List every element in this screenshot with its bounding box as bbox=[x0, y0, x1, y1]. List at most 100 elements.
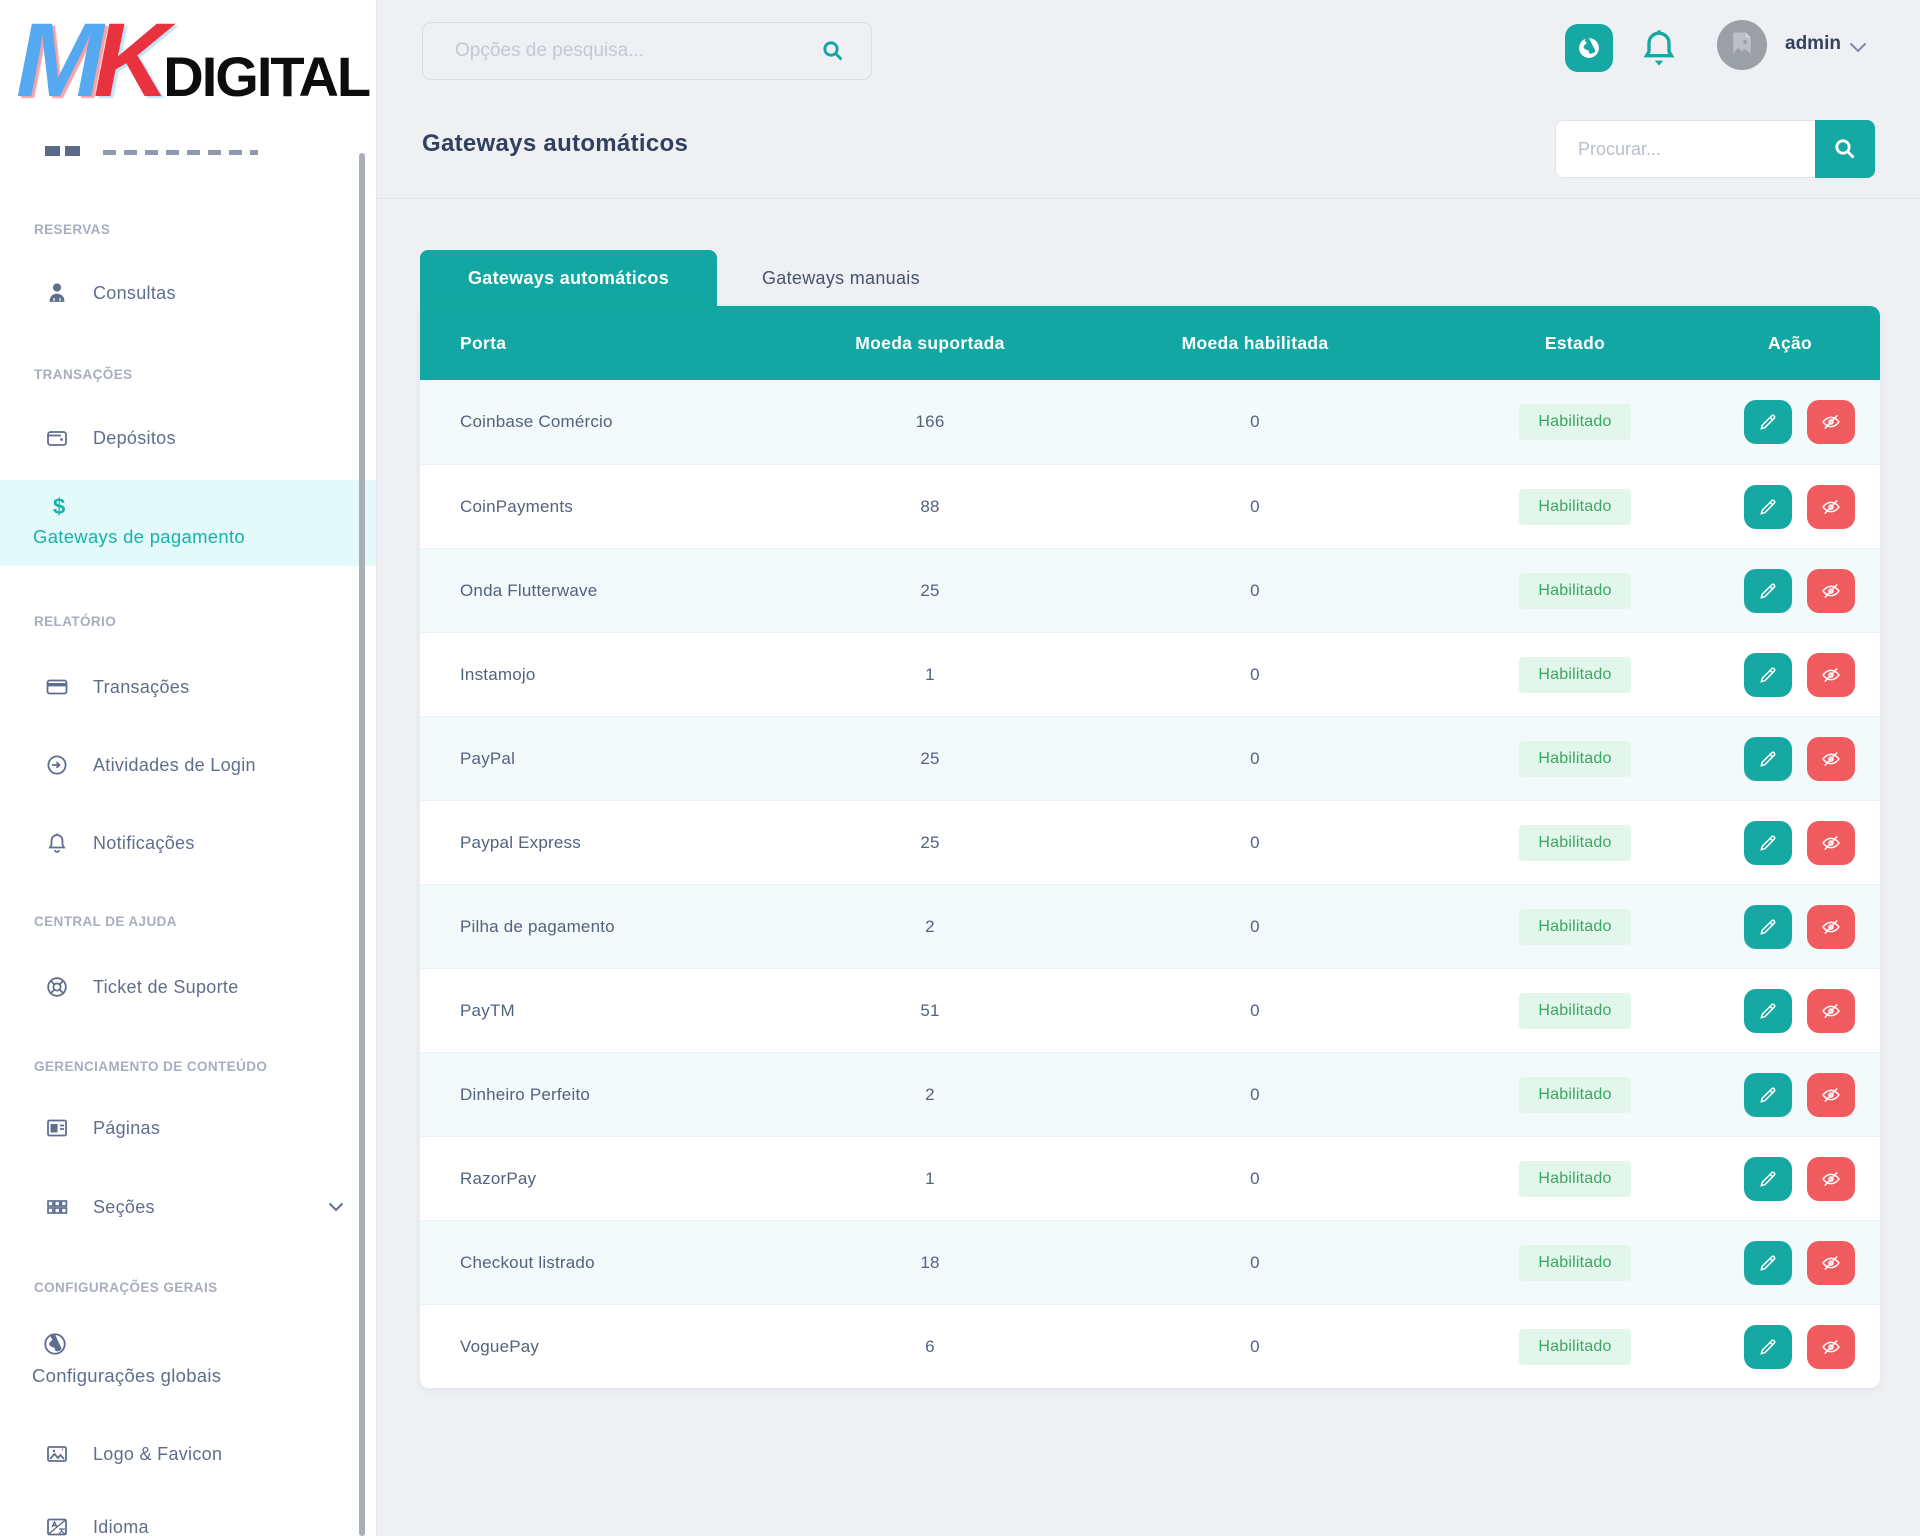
edit-button[interactable] bbox=[1744, 400, 1792, 444]
tab-gateways-automaticos[interactable]: Gateways automáticos bbox=[420, 250, 717, 306]
table-search-input[interactable] bbox=[1555, 120, 1815, 178]
enabled-count: 0 bbox=[1060, 581, 1450, 601]
edit-button[interactable] bbox=[1744, 905, 1792, 949]
pencil-icon bbox=[1758, 833, 1778, 853]
edit-button[interactable] bbox=[1744, 1157, 1792, 1201]
language-button[interactable] bbox=[1565, 24, 1613, 72]
disable-button[interactable] bbox=[1807, 1241, 1855, 1285]
sidebar-item-label: Notificações bbox=[93, 833, 195, 854]
dollar-sign-icon: $ bbox=[53, 494, 366, 520]
user-avatar[interactable] bbox=[1717, 20, 1767, 70]
sidebar-scrollbar[interactable] bbox=[359, 153, 365, 1536]
translate-icon bbox=[45, 1515, 69, 1536]
username-label[interactable]: admin bbox=[1785, 33, 1841, 55]
enabled-count: 0 bbox=[1060, 412, 1450, 432]
gateway-name: Onda Flutterwave bbox=[420, 581, 800, 601]
disable-button[interactable] bbox=[1807, 1325, 1855, 1369]
sidebar-item-secoes[interactable]: Seções bbox=[0, 1185, 376, 1229]
disable-button[interactable] bbox=[1807, 1157, 1855, 1201]
edit-button[interactable] bbox=[1744, 485, 1792, 529]
disable-button[interactable] bbox=[1807, 821, 1855, 865]
disable-button[interactable] bbox=[1807, 569, 1855, 613]
disable-button[interactable] bbox=[1807, 905, 1855, 949]
gateway-name: PayTM bbox=[420, 1001, 800, 1021]
status-badge: Habilitado bbox=[1519, 657, 1631, 693]
edit-button[interactable] bbox=[1744, 1241, 1792, 1285]
column-header-porta: Porta bbox=[420, 333, 800, 354]
sidebar-item-depositos[interactable]: Depósitos bbox=[0, 416, 376, 460]
supported-count: 1 bbox=[800, 1169, 1060, 1189]
gateway-name: RazorPay bbox=[420, 1169, 800, 1189]
sidebar-item-idioma[interactable]: Idioma bbox=[0, 1505, 376, 1536]
chevron-down-icon[interactable] bbox=[1849, 42, 1867, 53]
sidebar-item-paginas[interactable]: Páginas bbox=[0, 1106, 376, 1150]
disable-button[interactable] bbox=[1807, 737, 1855, 781]
sidebar-item-notificacoes[interactable]: Notificações bbox=[0, 821, 376, 865]
sidebar-item-ticket-de-suporte[interactable]: Ticket de Suporte bbox=[0, 965, 376, 1009]
edit-button[interactable] bbox=[1744, 737, 1792, 781]
tab-gateways-manuais[interactable]: Gateways manuais bbox=[740, 250, 942, 306]
supported-count: 2 bbox=[800, 1085, 1060, 1105]
table-row: PayPal 25 0 Habilitado bbox=[420, 716, 1880, 800]
life-ring-icon bbox=[45, 975, 69, 999]
image-icon bbox=[45, 1442, 69, 1466]
table-search-button[interactable] bbox=[1815, 120, 1875, 178]
header-divider bbox=[377, 198, 1920, 199]
eye-slash-icon bbox=[1820, 917, 1842, 937]
table-row: RazorPay 1 0 Habilitado bbox=[420, 1136, 1880, 1220]
sidebar-item-label: Depósitos bbox=[93, 428, 176, 449]
edit-button[interactable] bbox=[1744, 569, 1792, 613]
eye-slash-icon bbox=[1820, 1337, 1842, 1357]
section-header-relatorio: RELATÓRIO bbox=[34, 614, 116, 629]
edit-button[interactable] bbox=[1744, 821, 1792, 865]
sidebar-item-gateways-de-pagamento[interactable]: $ Gateways de pagamento bbox=[0, 480, 376, 566]
supported-count: 88 bbox=[800, 497, 1060, 517]
sidebar-item-transacoes[interactable]: Transações bbox=[0, 665, 376, 709]
section-header-reservas: RESERVAS bbox=[34, 222, 110, 237]
sidebar-item-atividades-de-login[interactable]: Atividades de Login bbox=[0, 743, 376, 787]
status-badge: Habilitado bbox=[1519, 404, 1631, 440]
table-row: PayTM 51 0 Habilitado bbox=[420, 968, 1880, 1052]
sidebar-item-clipped[interactable] bbox=[45, 138, 325, 162]
gateway-name: PayPal bbox=[420, 749, 800, 769]
table-row: Pilha de pagamento 2 0 Habilitado bbox=[420, 884, 1880, 968]
eye-slash-icon bbox=[1820, 497, 1842, 517]
status-badge: Habilitado bbox=[1519, 993, 1631, 1029]
table-row: CoinPayments 88 0 Habilitado bbox=[420, 464, 1880, 548]
edit-button[interactable] bbox=[1744, 1325, 1792, 1369]
status-badge: Habilitado bbox=[1519, 1329, 1631, 1365]
disable-button[interactable] bbox=[1807, 989, 1855, 1033]
table-row: Coinbase Comércio 166 0 Habilitado bbox=[420, 380, 1880, 464]
eye-slash-icon bbox=[1820, 1001, 1842, 1021]
enabled-count: 0 bbox=[1060, 497, 1450, 517]
enabled-count: 0 bbox=[1060, 1253, 1450, 1273]
edit-button[interactable] bbox=[1744, 989, 1792, 1033]
window-icon bbox=[45, 1116, 69, 1140]
eye-slash-icon bbox=[1820, 1253, 1842, 1273]
disable-button[interactable] bbox=[1807, 1073, 1855, 1117]
chevron-down-icon bbox=[328, 1202, 344, 1212]
sidebar-item-logo-favicon[interactable]: Logo & Favicon bbox=[0, 1432, 376, 1476]
sidebar-item-configuracoes-globais[interactable]: Configurações globais bbox=[0, 1325, 376, 1387]
supported-count: 6 bbox=[800, 1337, 1060, 1357]
search-icon[interactable] bbox=[821, 39, 845, 63]
brand-name: DIGITAL bbox=[163, 44, 369, 109]
bell-icon bbox=[1639, 26, 1679, 72]
enabled-count: 0 bbox=[1060, 665, 1450, 685]
enabled-count: 0 bbox=[1060, 1085, 1450, 1105]
clipped-icon-2 bbox=[65, 146, 80, 156]
disable-button[interactable] bbox=[1807, 400, 1855, 444]
edit-button[interactable] bbox=[1744, 653, 1792, 697]
sidebar-item-consultas[interactable]: Consultas bbox=[0, 271, 376, 315]
search-options-input[interactable] bbox=[423, 40, 821, 62]
edit-button[interactable] bbox=[1744, 1073, 1792, 1117]
notifications-bell[interactable] bbox=[1639, 26, 1679, 72]
section-header-transacoes: TRANSAÇÕES bbox=[34, 367, 133, 382]
table-row: Checkout listrado 18 0 Habilitado bbox=[420, 1220, 1880, 1304]
page-title: Gateways automáticos bbox=[422, 130, 688, 158]
sidebar-item-label: Atividades de Login bbox=[93, 755, 256, 776]
disable-button[interactable] bbox=[1807, 485, 1855, 529]
gateway-name: Coinbase Comércio bbox=[420, 412, 800, 432]
disable-button[interactable] bbox=[1807, 653, 1855, 697]
section-header-central-de-ajuda: CENTRAL DE AJUDA bbox=[34, 914, 177, 929]
